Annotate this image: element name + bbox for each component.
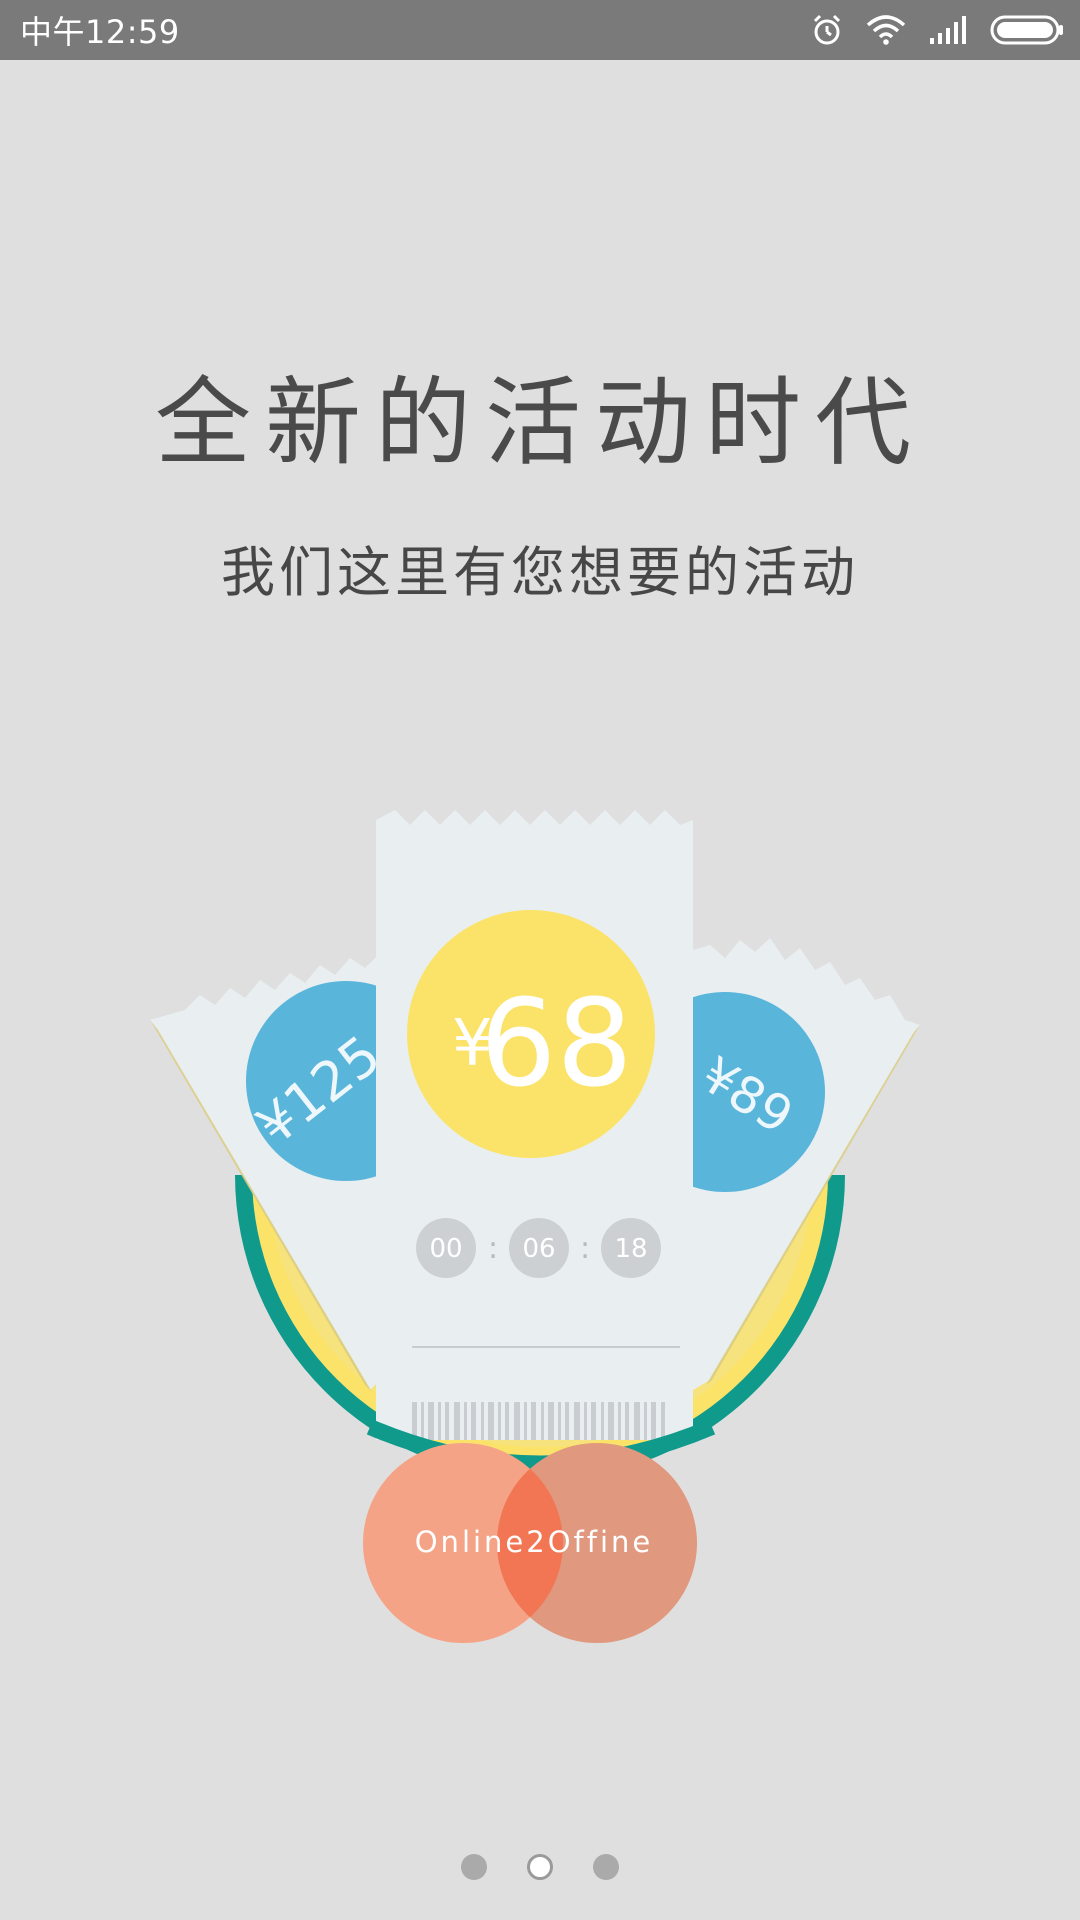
status-icons: [810, 13, 1064, 47]
page-indicator: [0, 1852, 1080, 1882]
promo-illustration: ¥125 ¥89 ¥ 68 00 : 06 : 18 Online2Offine: [0, 780, 1080, 1680]
page-dot-3[interactable]: [593, 1854, 619, 1880]
countdown-seconds: 18: [614, 1234, 647, 1264]
countdown-minutes: 06: [522, 1234, 555, 1264]
signal-icon: [928, 16, 968, 44]
page-title: 全新的活动时代: [155, 367, 925, 479]
venn-label: Online2Offine: [415, 1525, 654, 1559]
venn-logo: Online2Offine: [363, 1443, 697, 1643]
status-bar: 中午12:59: [0, 0, 1080, 60]
alarm-icon: [810, 13, 844, 47]
status-time: 中午12:59: [20, 13, 180, 51]
page-dot-1[interactable]: [461, 1854, 487, 1880]
page-subtitle: 我们这里有您想要的活动: [221, 541, 859, 604]
countdown-separator-2: :: [580, 1231, 590, 1266]
wifi-icon: [866, 15, 906, 45]
page-dot-2-active[interactable]: [527, 1854, 553, 1880]
center-price-text: 68: [480, 975, 633, 1114]
countdown: 00 : 06 : 18: [416, 1218, 661, 1278]
center-ticket: ¥ 68 00 : 06 : 18: [376, 810, 693, 1440]
countdown-separator-1: :: [488, 1231, 498, 1266]
countdown-hours: 00: [429, 1234, 462, 1264]
battery-icon: [990, 15, 1064, 45]
